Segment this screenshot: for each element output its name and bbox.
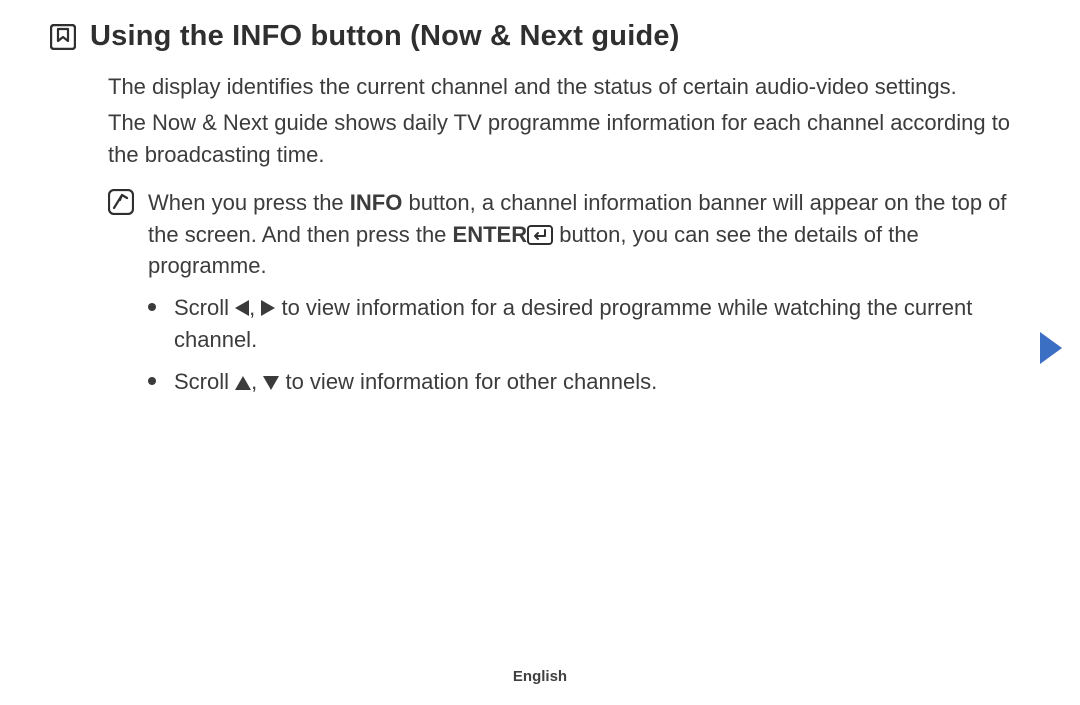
info-label: INFO [350, 190, 403, 215]
bullet2-sep: , [251, 369, 263, 394]
page-title: Using the INFO button (Now & Next guide) [90, 20, 680, 53]
arrow-right-icon [261, 300, 275, 316]
note-pre: When you press the [148, 190, 350, 215]
heading-row: Using the INFO button (Now & Next guide) [50, 20, 1030, 53]
note-block: When you press the INFO button, a channe… [108, 187, 1030, 283]
bullet2-post: to view information for other channels. [279, 369, 657, 394]
paragraph-2: The Now & Next guide shows daily TV prog… [108, 107, 1030, 171]
bullet-item-1: Scroll , to view information for a desir… [148, 292, 1030, 356]
next-page-button[interactable] [1040, 332, 1062, 364]
bullet1-sep: , [249, 295, 261, 320]
bullet1-pre: Scroll [174, 295, 235, 320]
note-text: When you press the INFO button, a channe… [148, 187, 1030, 283]
bullet2-pre: Scroll [174, 369, 235, 394]
footer-language: English [0, 668, 1080, 685]
enter-icon [527, 225, 553, 245]
enter-label: ENTER [453, 222, 528, 247]
paragraph-1: The display identifies the current chann… [108, 71, 1030, 103]
bullet-item-2: Scroll , to view information for other c… [148, 366, 1030, 398]
arrow-left-icon [235, 300, 249, 316]
arrow-down-icon [263, 376, 279, 390]
bullet-list: Scroll , to view information for a desir… [148, 292, 1030, 398]
arrow-up-icon [235, 376, 251, 390]
bullet1-post: to view information for a desired progra… [174, 295, 972, 352]
body-content: The display identifies the current chann… [108, 71, 1030, 398]
bookmark-icon [50, 24, 76, 50]
note-icon [108, 189, 134, 215]
